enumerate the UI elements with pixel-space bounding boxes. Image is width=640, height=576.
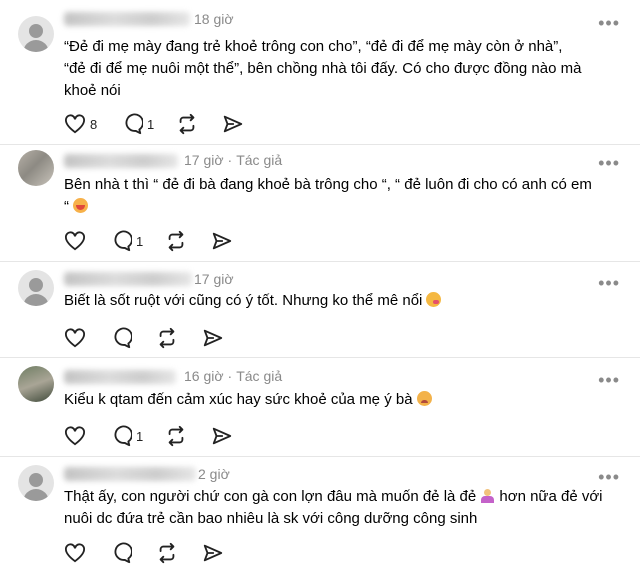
author-name-blurred[interactable]	[64, 272, 192, 286]
send-icon	[203, 544, 223, 562]
share-button[interactable]	[211, 229, 233, 253]
comment-time: 2 giờ	[198, 466, 230, 482]
pleading-face-emoji	[416, 391, 432, 406]
comment-divider	[0, 456, 640, 457]
repost-button[interactable]	[156, 541, 178, 565]
heart-icon	[65, 426, 85, 446]
face-savoring-emoji	[426, 292, 442, 307]
like-button[interactable]	[64, 541, 86, 565]
comment-time: 16 giờ	[184, 368, 224, 384]
repost-button[interactable]	[176, 112, 198, 136]
hot-face-emoji	[73, 198, 88, 213]
author-name-blurred[interactable]	[64, 370, 176, 384]
author-name-blurred[interactable]	[64, 467, 196, 481]
comment-time: 17 giờ	[194, 271, 234, 287]
comment-icon	[114, 327, 132, 349]
author-tag: Tác giả	[236, 152, 283, 168]
comment-divider	[0, 357, 640, 358]
more-options-icon[interactable]: •••	[598, 468, 620, 486]
send-icon	[212, 232, 232, 250]
like-button[interactable]	[64, 326, 86, 350]
like-button[interactable]	[64, 229, 86, 253]
share-button[interactable]	[222, 112, 244, 136]
repost-button[interactable]	[165, 424, 187, 448]
repost-button[interactable]	[156, 326, 178, 350]
comment-icon	[114, 542, 132, 564]
author-tag: Tác giả	[236, 368, 283, 384]
heart-icon	[65, 231, 85, 251]
comment-icon	[125, 113, 143, 135]
reply-count: 1	[136, 428, 144, 444]
reply-button[interactable]: 1	[121, 112, 154, 136]
comment-time: 17 giờ	[184, 152, 224, 168]
heart-icon	[65, 114, 85, 134]
comment-text: Biết là sốt ruột với cũng có ý tốt. Nhưn…	[64, 290, 614, 312]
send-icon	[203, 329, 223, 347]
comment-divider	[0, 144, 640, 145]
comment-icon	[114, 230, 132, 252]
reply-button[interactable]: 1	[110, 229, 143, 253]
reply-button[interactable]	[110, 326, 132, 350]
share-button[interactable]	[202, 326, 224, 350]
send-icon	[212, 427, 232, 445]
repost-icon	[159, 327, 175, 349]
comment-avatar[interactable]	[18, 16, 54, 52]
send-icon	[223, 115, 243, 133]
reply-button[interactable]	[110, 541, 132, 565]
repost-icon	[179, 113, 195, 135]
comment-time: 18 giờ	[194, 11, 234, 27]
like-button[interactable]	[64, 424, 86, 448]
heart-icon	[65, 543, 85, 563]
comment-text: Kiểu k qtam đến cảm xúc hay sức khoẻ của…	[64, 389, 614, 411]
reply-button[interactable]: 1	[110, 424, 143, 448]
more-options-icon[interactable]: •••	[598, 371, 620, 389]
like-count: 8	[90, 116, 98, 132]
share-button[interactable]	[202, 541, 224, 565]
author-name-blurred[interactable]	[64, 12, 190, 26]
more-options-icon[interactable]: •••	[598, 154, 620, 172]
comment-text: “Đẻ đi mẹ mày đang trẻ khoẻ trông con ch…	[64, 38, 582, 99]
repost-button[interactable]	[165, 229, 187, 253]
heart-icon	[65, 328, 85, 348]
more-options-icon[interactable]: •••	[598, 14, 620, 32]
comment-text: Thật ấy, con người chứ con gà con lợn đâ…	[64, 488, 603, 527]
more-options-icon[interactable]: •••	[598, 274, 620, 292]
reply-count: 1	[136, 233, 144, 249]
comment-divider	[0, 261, 640, 262]
comment-meta: 17 giờ · Tác giả	[184, 152, 283, 168]
comment-avatar[interactable]	[18, 465, 54, 501]
comment-avatar[interactable]	[18, 150, 54, 186]
repost-icon	[159, 542, 175, 564]
author-name-blurred[interactable]	[64, 154, 178, 168]
reply-count: 1	[147, 116, 155, 132]
comment-avatar[interactable]	[18, 366, 54, 402]
comment-meta: 16 giờ · Tác giả	[184, 368, 283, 384]
comment-avatar[interactable]	[18, 270, 54, 306]
repost-icon	[168, 230, 184, 252]
comment-icon	[114, 425, 132, 447]
comment-text: Bên nhà t thì “ đẻ đi bà đang khoẻ bà tr…	[64, 176, 592, 215]
person-shrugging-emoji	[480, 488, 495, 503]
share-button[interactable]	[211, 424, 233, 448]
repost-icon	[168, 425, 184, 447]
like-button[interactable]: 8	[64, 112, 97, 136]
